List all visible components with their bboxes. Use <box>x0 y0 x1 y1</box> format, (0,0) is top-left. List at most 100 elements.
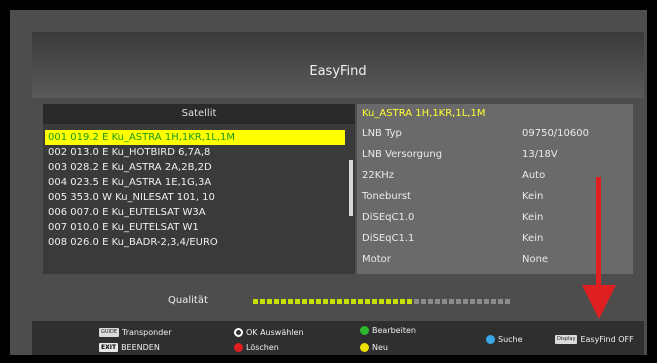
satellite-item[interactable]: 004 023.5 E Ku_ASTRA 1E,1G,3A <box>45 175 345 190</box>
quality-segment <box>309 299 314 304</box>
quality-meter <box>253 299 513 304</box>
exit-label: BEENDEN <box>121 343 160 352</box>
detail-row-diseqc10[interactable]: DiSEqC1.0 Kein <box>362 208 632 228</box>
satellite-item[interactable]: 003 028.2 E Ku_ASTRA 2A,2B,2D <box>45 160 345 175</box>
satellite-item[interactable]: 002 013.0 E Ku_HOTBIRD 6,7A,8 <box>45 145 345 160</box>
quality-segment <box>379 299 384 304</box>
quality-segment <box>477 299 482 304</box>
detail-label: LNB Typ <box>362 128 402 139</box>
annotation-arrow-head <box>582 285 616 319</box>
quality-segment <box>505 299 510 304</box>
detail-header: Ku_ASTRA 1H,1KR,1L,1M <box>362 108 486 119</box>
easyfind-label: EasyFind OFF <box>580 335 634 344</box>
guide-key-icon: GUIDE <box>99 328 120 337</box>
detail-value: Kein <box>522 212 544 223</box>
quality-segment <box>400 299 405 304</box>
edit-hint[interactable]: Bearbeiten <box>360 326 416 335</box>
transponder-label: Transponder <box>122 328 172 337</box>
quality-segment <box>260 299 265 304</box>
page-title: EasyFind <box>309 64 367 79</box>
satellite-item[interactable]: 006 007.0 E Ku_EUTELSAT W3A <box>45 205 345 220</box>
detail-label: Toneburst <box>362 191 411 202</box>
detail-row-diseqc11[interactable]: DiSEqC1.1 Kein <box>362 229 632 249</box>
quality-segment <box>449 299 454 304</box>
footer-key-legend: GUIDE Transponder EXIT BEENDEN OK Auswäh… <box>32 321 644 355</box>
green-button-icon <box>360 326 369 335</box>
satellite-list-panel: Satellit 001 019.2 E Ku_ASTRA 1H,1KR,1L,… <box>43 104 355 274</box>
quality-segment <box>421 299 426 304</box>
quality-segment <box>491 299 496 304</box>
delete-label: Löschen <box>246 343 279 352</box>
detail-row-22khz[interactable]: 22KHz Auto <box>362 166 632 186</box>
quality-segment <box>302 299 307 304</box>
quality-segment <box>295 299 300 304</box>
quality-segment <box>281 299 286 304</box>
quality-label: Qualität <box>168 295 208 306</box>
tv-screen: EasyFind Satellit 001 019.2 E Ku_ASTRA 1… <box>10 10 647 355</box>
search-label: Suche <box>498 335 523 344</box>
detail-label: 22KHz <box>362 170 395 181</box>
satellite-list-header: Satellit <box>43 104 355 124</box>
satellite-item[interactable]: 008 026.0 E Ku_BADR-2,3,4/EURO <box>45 235 345 250</box>
transponder-hint[interactable]: GUIDE Transponder <box>99 328 172 337</box>
display-key-icon: Display <box>555 335 578 344</box>
edit-label: Bearbeiten <box>372 326 416 335</box>
new-hint[interactable]: Neu <box>360 343 388 352</box>
quality-segment <box>407 299 412 304</box>
quality-segment <box>498 299 503 304</box>
quality-segment <box>428 299 433 304</box>
annotation-arrow-shaft <box>596 177 601 287</box>
delete-hint[interactable]: Löschen <box>234 343 279 352</box>
detail-label: LNB Versorgung <box>362 149 443 160</box>
quality-segment <box>484 299 489 304</box>
easyfind-toggle-hint[interactable]: Display EasyFind OFF <box>555 335 634 344</box>
detail-label: DiSEqC1.0 <box>362 212 415 223</box>
detail-value: None <box>522 254 549 265</box>
exit-hint[interactable]: EXIT BEENDEN <box>99 343 160 352</box>
quality-segment <box>351 299 356 304</box>
detail-row-toneburst[interactable]: Toneburst Kein <box>362 187 632 207</box>
quality-segment <box>442 299 447 304</box>
quality-segment <box>253 299 258 304</box>
ok-icon <box>234 328 243 337</box>
blue-button-icon <box>486 335 495 344</box>
detail-value: 13/18V <box>522 149 558 160</box>
satellite-list: 001 019.2 E Ku_ASTRA 1H,1KR,1L,1M 002 01… <box>45 130 345 250</box>
detail-row-lnb-power[interactable]: LNB Versorgung 13/18V <box>362 145 632 165</box>
quality-segment <box>358 299 363 304</box>
quality-segment <box>435 299 440 304</box>
quality-segment <box>316 299 321 304</box>
satellite-item[interactable]: 001 019.2 E Ku_ASTRA 1H,1KR,1L,1M <box>45 130 345 145</box>
quality-segment <box>330 299 335 304</box>
satellite-item[interactable]: 007 010.0 E Ku_EUTELSAT W1 <box>45 220 345 235</box>
satellite-item[interactable]: 005 353.0 W Ku_NILESAT 101, 10 <box>45 190 345 205</box>
quality-segment <box>337 299 342 304</box>
detail-value: Auto <box>522 170 546 181</box>
quality-segment <box>456 299 461 304</box>
quality-segment <box>344 299 349 304</box>
quality-segment <box>463 299 468 304</box>
list-scrollbar[interactable] <box>349 160 353 216</box>
detail-value: 09750/10600 <box>522 128 589 139</box>
quality-segment <box>386 299 391 304</box>
search-hint[interactable]: Suche <box>486 335 523 344</box>
ok-hint[interactable]: OK Auswählen <box>234 328 304 337</box>
detail-row-motor[interactable]: Motor None <box>362 250 632 270</box>
ok-label: OK Auswählen <box>246 328 304 337</box>
red-button-icon <box>234 343 243 352</box>
quality-segment <box>274 299 279 304</box>
detail-value: Kein <box>522 191 544 202</box>
satellite-detail-panel: Ku_ASTRA 1H,1KR,1L,1M LNB Typ 09750/1060… <box>357 104 633 274</box>
detail-value: Kein <box>522 233 544 244</box>
detail-row-lnb-type[interactable]: LNB Typ 09750/10600 <box>362 124 632 144</box>
detail-label: DiSEqC1.1 <box>362 233 415 244</box>
quality-segment <box>414 299 419 304</box>
quality-segment <box>372 299 377 304</box>
new-label: Neu <box>372 343 388 352</box>
quality-segment <box>365 299 370 304</box>
quality-segment <box>267 299 272 304</box>
detail-label: Motor <box>362 254 391 265</box>
yellow-button-icon <box>360 343 369 352</box>
exit-key-icon: EXIT <box>99 343 119 352</box>
quality-segment <box>323 299 328 304</box>
